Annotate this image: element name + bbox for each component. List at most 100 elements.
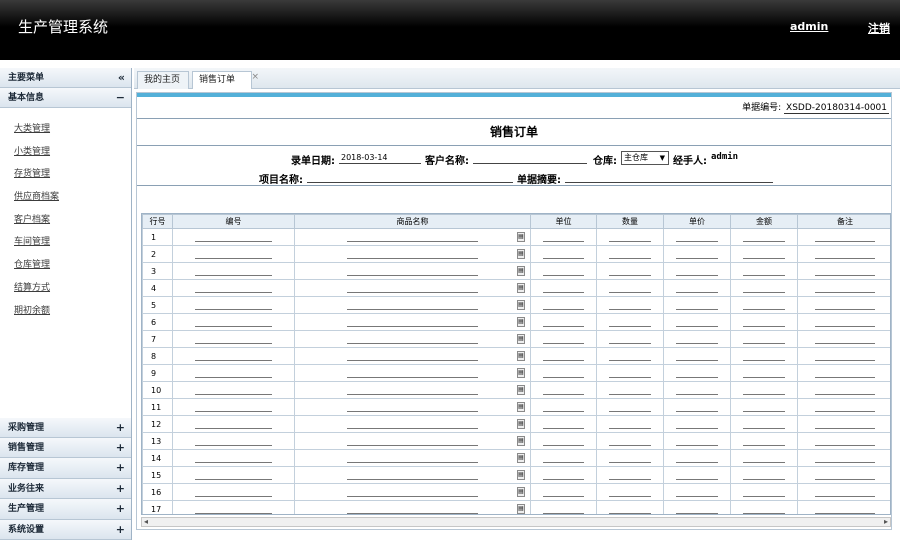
amount-cell[interactable]: [730, 415, 798, 433]
price-cell[interactable]: [663, 466, 731, 484]
product-name-cell[interactable]: ▤: [294, 313, 531, 331]
code-cell[interactable]: [172, 432, 295, 450]
remark-cell[interactable]: [797, 228, 890, 246]
sidebar-item-category[interactable]: 大类管理: [0, 118, 131, 141]
sidebar-item-inventory[interactable]: 存货管理: [0, 163, 131, 186]
sidebar-item-subcategory[interactable]: 小类管理: [0, 141, 131, 164]
lookup-icon[interactable]: ▤: [517, 419, 525, 429]
unit-cell[interactable]: [530, 245, 597, 263]
qty-cell[interactable]: [596, 228, 664, 246]
lookup-icon[interactable]: ▤: [517, 368, 525, 378]
collapse-section-icon[interactable]: −: [116, 88, 125, 108]
lookup-icon[interactable]: ▤: [517, 266, 525, 276]
collapse-sidebar-icon[interactable]: «: [118, 68, 125, 88]
code-cell[interactable]: [172, 398, 295, 416]
product-name-cell[interactable]: ▤: [294, 279, 531, 297]
lookup-icon[interactable]: ▤: [517, 385, 525, 395]
code-cell[interactable]: [172, 483, 295, 501]
price-cell[interactable]: [663, 296, 731, 314]
remark-cell[interactable]: [797, 245, 890, 263]
remark-cell[interactable]: [797, 398, 890, 416]
price-cell[interactable]: [663, 330, 731, 348]
unit-cell[interactable]: [530, 466, 597, 484]
amount-cell[interactable]: [730, 432, 798, 450]
unit-cell[interactable]: [530, 330, 597, 348]
sidebar-item-customer[interactable]: 客户档案: [0, 209, 131, 232]
price-cell[interactable]: [663, 245, 731, 263]
sidebar-item-workshop[interactable]: 车间管理: [0, 231, 131, 254]
unit-cell[interactable]: [530, 381, 597, 399]
expand-icon[interactable]: +: [116, 418, 125, 438]
sidebar-item-settlement[interactable]: 结算方式: [0, 277, 131, 300]
qty-cell[interactable]: [596, 313, 664, 331]
summary-field[interactable]: [565, 171, 773, 183]
unit-cell[interactable]: [530, 500, 597, 514]
remark-cell[interactable]: [797, 500, 890, 514]
expand-icon[interactable]: +: [116, 520, 125, 540]
sidebar-group-stock[interactable]: 库存管理 +: [0, 458, 131, 479]
product-name-cell[interactable]: ▤: [294, 483, 531, 501]
qty-cell[interactable]: [596, 432, 664, 450]
qty-cell[interactable]: [596, 449, 664, 467]
product-name-cell[interactable]: ▤: [294, 381, 531, 399]
price-cell[interactable]: [663, 415, 731, 433]
price-cell[interactable]: [663, 313, 731, 331]
price-cell[interactable]: [663, 483, 731, 501]
product-name-cell[interactable]: ▤: [294, 432, 531, 450]
unit-cell[interactable]: [530, 296, 597, 314]
expand-icon[interactable]: +: [116, 479, 125, 499]
code-cell[interactable]: [172, 381, 295, 399]
code-cell[interactable]: [172, 279, 295, 297]
remark-cell[interactable]: [797, 415, 890, 433]
lookup-icon[interactable]: ▤: [517, 402, 525, 412]
amount-cell[interactable]: [730, 398, 798, 416]
code-cell[interactable]: [172, 296, 295, 314]
lookup-icon[interactable]: ▤: [517, 232, 525, 242]
amount-cell[interactable]: [730, 296, 798, 314]
qty-cell[interactable]: [596, 330, 664, 348]
price-cell[interactable]: [663, 364, 731, 382]
remark-cell[interactable]: [797, 262, 890, 280]
unit-cell[interactable]: [530, 347, 597, 365]
price-cell[interactable]: [663, 381, 731, 399]
sidebar-group-production[interactable]: 生产管理 +: [0, 499, 131, 520]
unit-cell[interactable]: [530, 449, 597, 467]
remark-cell[interactable]: [797, 347, 890, 365]
close-icon[interactable]: ×: [251, 69, 259, 86]
unit-cell[interactable]: [530, 313, 597, 331]
code-cell[interactable]: [172, 330, 295, 348]
lookup-icon[interactable]: ▤: [517, 487, 525, 497]
unit-cell[interactable]: [530, 398, 597, 416]
code-cell[interactable]: [172, 500, 295, 514]
project-field[interactable]: [307, 171, 513, 183]
scroll-right-icon[interactable]: ▸: [884, 517, 888, 526]
lookup-icon[interactable]: ▤: [517, 317, 525, 327]
unit-cell[interactable]: [530, 262, 597, 280]
lookup-icon[interactable]: ▤: [517, 249, 525, 259]
product-name-cell[interactable]: ▤: [294, 500, 531, 514]
qty-cell[interactable]: [596, 347, 664, 365]
amount-cell[interactable]: [730, 364, 798, 382]
tab-home[interactable]: 我的主页: [137, 71, 189, 89]
qty-cell[interactable]: [596, 500, 664, 514]
sidebar-item-supplier[interactable]: 供应商档案: [0, 186, 131, 209]
code-cell[interactable]: [172, 347, 295, 365]
code-cell[interactable]: [172, 313, 295, 331]
sidebar-group-purchase[interactable]: 采购管理 +: [0, 417, 131, 439]
sidebar-group-business[interactable]: 业务往来 +: [0, 478, 131, 500]
product-name-cell[interactable]: ▤: [294, 228, 531, 246]
amount-cell[interactable]: [730, 381, 798, 399]
remark-cell[interactable]: [797, 364, 890, 382]
code-cell[interactable]: [172, 415, 295, 433]
user-link[interactable]: admin: [790, 20, 828, 33]
product-name-cell[interactable]: ▤: [294, 364, 531, 382]
expand-icon[interactable]: +: [116, 438, 125, 458]
unit-cell[interactable]: [530, 432, 597, 450]
code-cell[interactable]: [172, 466, 295, 484]
remark-cell[interactable]: [797, 330, 890, 348]
date-field[interactable]: 2018-03-14: [339, 152, 421, 164]
product-name-cell[interactable]: ▤: [294, 415, 531, 433]
amount-cell[interactable]: [730, 313, 798, 331]
price-cell[interactable]: [663, 228, 731, 246]
amount-cell[interactable]: [730, 330, 798, 348]
